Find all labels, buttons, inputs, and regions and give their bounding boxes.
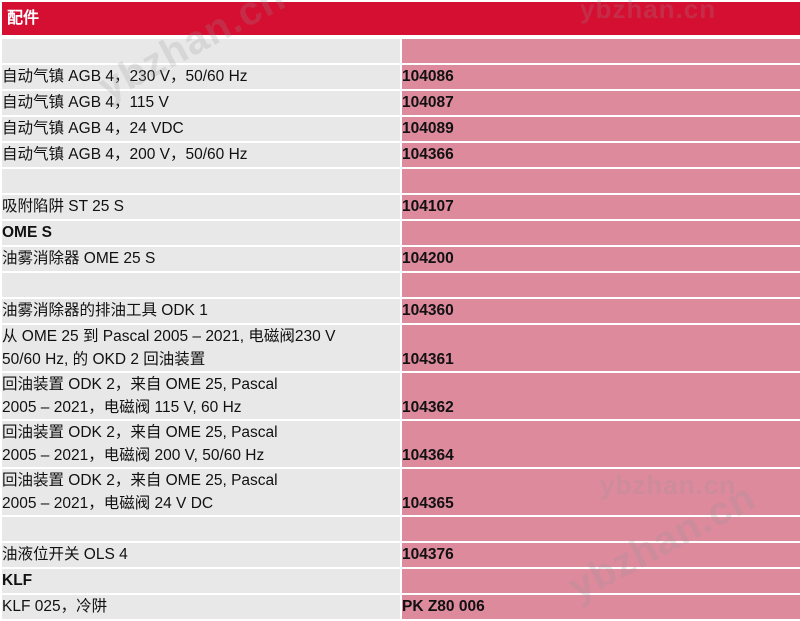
part-description: 回油装置 ODK 2，来自 OME 25, Pascal 2005 – 2021，… (2, 421, 400, 467)
part-description: 回油装置 ODK 2，来自 OME 25, Pascal 2005 – 2021，… (2, 373, 400, 419)
group-heading-row: OME S (2, 221, 800, 245)
part-number: 104376 (399, 543, 800, 567)
part-number: 104086 (399, 65, 800, 89)
description-line: 自动气镇 AGB 4，24 VDC (2, 120, 184, 137)
part-description: 从 OME 25 到 Pascal 2005 – 2021, 电磁阀230 V 5… (2, 325, 400, 371)
part-number: 104089 (399, 117, 800, 141)
description-line: 从 OME 25 到 Pascal 2005 – 2021, 电磁阀230 V (2, 328, 336, 345)
part-description: 自动气镇 AGB 4，24 VDC (2, 117, 400, 141)
part-number: PK Z80 006 (399, 595, 800, 619)
description-line: KLF 025，冷阱 (2, 598, 108, 615)
part-number: 104362 (399, 373, 800, 419)
part-description (2, 517, 400, 541)
description-line: 回油装置 ODK 2，来自 OME 25, Pascal (2, 424, 278, 441)
spacer-row (2, 39, 800, 63)
description-line: 回油装置 ODK 2，来自 OME 25, Pascal (2, 376, 278, 393)
header-bar: 配件 (2, 2, 800, 35)
part-description: 回油装置 ODK 2，来自 OME 25, Pascal 2005 – 2021，… (2, 469, 400, 515)
table-row: 自动气镇 AGB 4，115 V 104087 (2, 91, 800, 115)
group-heading: OME S (2, 221, 400, 245)
description-line: OME S (2, 224, 52, 241)
part-number: 104087 (399, 91, 800, 115)
part-number: 104107 (399, 195, 800, 219)
description-line: 油液位开关 OLS 4 (2, 546, 128, 563)
group-heading: KLF (2, 569, 400, 593)
part-description: 油液位开关 OLS 4 (2, 543, 400, 567)
part-description: 自动气镇 AGB 4，230 V，50/60 Hz (2, 65, 400, 89)
table-row: 油雾消除器的排油工具 ODK 1 104360 (2, 299, 800, 323)
part-description: 油雾消除器的排油工具 ODK 1 (2, 299, 400, 323)
table-row: KLF 025，冷阱 PK Z80 006 (2, 595, 800, 619)
part-description: KLF 025，冷阱 (2, 595, 400, 619)
description-line: 自动气镇 AGB 4，200 V，50/60 Hz (2, 146, 248, 163)
page-title: 配件 (7, 10, 40, 27)
description-line: 2005 – 2021，电磁阀 115 V, 60 Hz (2, 399, 242, 416)
description-line: 油雾消除器 OME 25 S (2, 250, 156, 267)
part-number (399, 273, 800, 297)
part-description: 自动气镇 AGB 4，200 V，50/60 Hz (2, 143, 400, 167)
table-row: 自动气镇 AGB 4，200 V，50/60 Hz 104366 (2, 143, 800, 167)
part-number (399, 169, 800, 193)
parts-table: 自动气镇 AGB 4，230 V，50/60 Hz 104086 自动气镇 AGB … (2, 37, 800, 621)
table-row: 自动气镇 AGB 4，230 V，50/60 Hz 104086 (2, 65, 800, 89)
part-description: 自动气镇 AGB 4，115 V (2, 91, 400, 115)
group-heading-row: KLF (2, 569, 800, 593)
table-row: 回油装置 ODK 2，来自 OME 25, Pascal 2005 – 2021，… (2, 421, 800, 467)
part-number: 104361 (399, 325, 800, 371)
table-row: 油液位开关 OLS 4 104376 (2, 543, 800, 567)
part-number (399, 221, 800, 245)
part-number (399, 517, 800, 541)
part-description (2, 39, 400, 63)
description-line: 2005 – 2021，电磁阀 200 V, 50/60 Hz (2, 447, 265, 464)
part-description: 油雾消除器 OME 25 S (2, 247, 400, 271)
spacer-row (2, 517, 800, 541)
description-line: 吸附陷阱 ST 25 S (2, 198, 125, 215)
part-description: 吸附陷阱 ST 25 S (2, 195, 400, 219)
accessories-sheet: 配件 自动气镇 AGB 4，230 V，50/60 Hz 104086 自动气镇 A… (2, 2, 800, 619)
part-number: 104200 (399, 247, 800, 271)
part-number (399, 569, 800, 593)
description-line: 2005 – 2021，电磁阀 24 V DC (2, 495, 214, 512)
part-number: 104364 (399, 421, 800, 467)
part-number: 104366 (399, 143, 800, 167)
table-row: 吸附陷阱 ST 25 S 104107 (2, 195, 800, 219)
table-row: 从 OME 25 到 Pascal 2005 – 2021, 电磁阀230 V 5… (2, 325, 800, 371)
table-row: 自动气镇 AGB 4，24 VDC 104089 (2, 117, 800, 141)
part-number: 104360 (399, 299, 800, 323)
part-number (399, 39, 800, 63)
part-number: 104365 (399, 469, 800, 515)
spacer-row (2, 273, 800, 297)
table-row: 油雾消除器 OME 25 S 104200 (2, 247, 800, 271)
part-description (2, 169, 400, 193)
table-row: 回油装置 ODK 2，来自 OME 25, Pascal 2005 – 2021，… (2, 469, 800, 515)
description-line: 自动气镇 AGB 4，115 V (2, 94, 169, 111)
table-row: 回油装置 ODK 2，来自 OME 25, Pascal 2005 – 2021，… (2, 373, 800, 419)
description-line: 回油装置 ODK 2，来自 OME 25, Pascal (2, 472, 278, 489)
description-line: 自动气镇 AGB 4，230 V，50/60 Hz (2, 68, 248, 85)
spacer-row (2, 169, 800, 193)
description-line: 50/60 Hz, 的 OKD 2 回油装置 (2, 351, 206, 368)
description-line: KLF (2, 572, 33, 589)
description-line: 油雾消除器的排油工具 ODK 1 (2, 302, 208, 319)
part-description (2, 273, 400, 297)
